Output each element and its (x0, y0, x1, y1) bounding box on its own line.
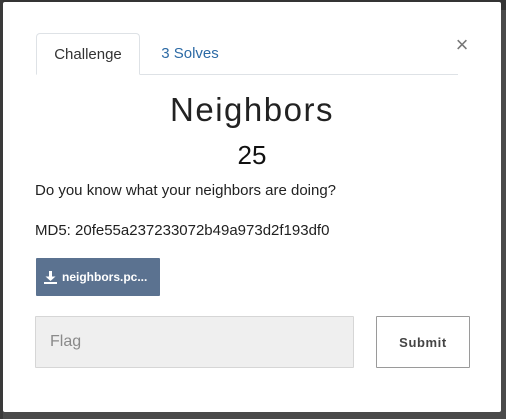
tab-solves[interactable]: 3 Solves (142, 33, 238, 75)
challenge-value: 25 (237, 140, 267, 170)
tab-challenge[interactable]: Challenge (36, 33, 140, 75)
submit-button[interactable]: Submit (376, 316, 470, 368)
file-download-button[interactable]: neighbors.pc... (36, 258, 160, 296)
close-icon[interactable]: × (453, 34, 471, 56)
challenge-description: Do you know what your neighbors are doin… (35, 182, 337, 199)
download-icon (44, 270, 57, 284)
challenge-modal: Challenge 3 Solves × Neighbors 25 Do you… (3, 2, 501, 412)
challenge-tabs: Challenge 3 Solves (36, 33, 458, 75)
challenge-md5: MD5: 20fe55a237233072b49a973d2f193df0 (35, 222, 330, 239)
file-download-label: neighbors.pc... (62, 270, 148, 284)
flag-input[interactable] (35, 316, 354, 368)
challenge-name: Neighbors (170, 91, 334, 128)
